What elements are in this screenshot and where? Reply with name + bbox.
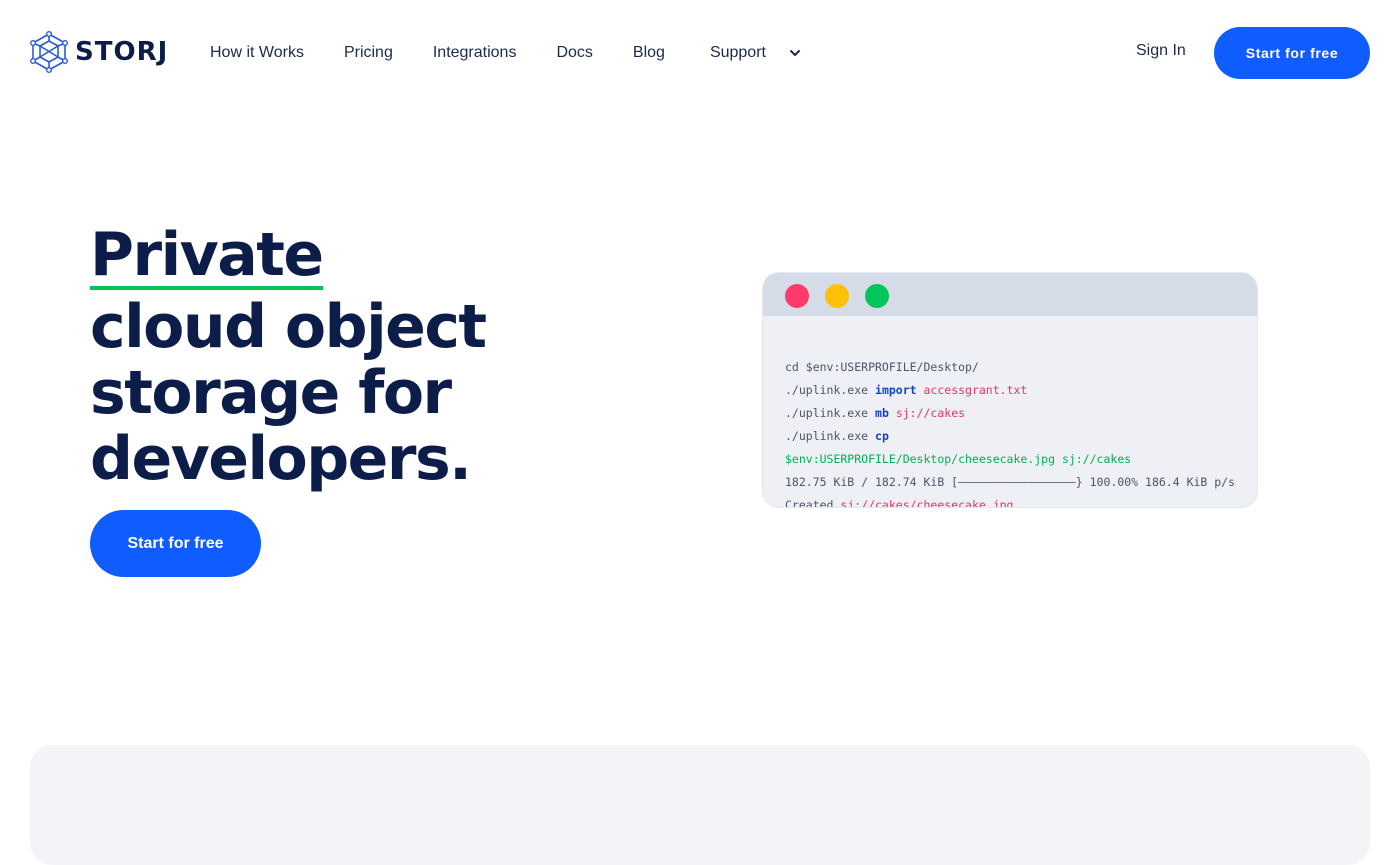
nav-pricing[interactable]: Pricing xyxy=(344,44,393,62)
terminal-keyword: cp xyxy=(875,429,889,443)
nav-support-label: Support xyxy=(709,44,766,61)
start-for-free-hero-button[interactable]: Start for free xyxy=(90,510,261,577)
terminal-keyword: import xyxy=(875,383,917,397)
terminal-argument: sj://cakes xyxy=(895,406,966,420)
terminal-minimize-dot xyxy=(825,284,849,308)
terminal-window: cd $env:USERPROFILE/Desktop/ ./uplink.ex… xyxy=(763,273,1257,507)
storj-logo[interactable]: STORJ xyxy=(30,31,168,73)
storj-cube-icon xyxy=(30,31,68,73)
terminal-command: ./uplink.exe xyxy=(785,383,876,397)
terminal-line: 182.75 KiB / 182.74 KiB [———————————————… xyxy=(785,471,1247,494)
main-nav: How it Works Pricing Integrations Docs B… xyxy=(210,42,802,64)
next-section-panel xyxy=(30,745,1370,865)
terminal-close-dot xyxy=(785,284,809,308)
terminal-command: cd $env:USERPROFILE/Desktop/ xyxy=(785,360,979,374)
brand-name: STORJ xyxy=(75,37,169,67)
hero-headline-line: cloud object xyxy=(90,292,487,362)
nav-how-it-works[interactable]: How it Works xyxy=(210,44,304,62)
terminal-argument: accessgrant.txt xyxy=(923,383,1028,397)
terminal-maximize-dot xyxy=(865,284,889,308)
terminal-title-bar xyxy=(763,273,1257,316)
terminal-output: cd $env:USERPROFILE/Desktop/ ./uplink.ex… xyxy=(785,356,1247,507)
site-header: STORJ How it Works Pricing Integrations … xyxy=(0,0,1400,105)
chevron-down-icon[interactable] xyxy=(788,46,802,60)
terminal-argument: sj://cakes/cheesecake.jpg xyxy=(840,498,1014,507)
hero-headline-highlight: Private xyxy=(90,220,324,290)
nav-support-dropdown[interactable]: Support xyxy=(710,44,802,62)
terminal-line: ./uplink.exe import accessgrant.txt xyxy=(785,379,1247,402)
start-for-free-header-button[interactable]: Start for free xyxy=(1214,27,1370,79)
nav-blog[interactable]: Blog xyxy=(633,44,665,62)
hero-headline: Private cloud object storage for develop… xyxy=(90,220,487,494)
hero-headline-line: developers. xyxy=(90,424,472,494)
terminal-line: Created sj://cakes/cheesecake.jpg xyxy=(785,494,1247,507)
terminal-command: ./uplink.exe xyxy=(785,406,876,420)
nav-docs[interactable]: Docs xyxy=(556,44,592,62)
terminal-line: cd $env:USERPROFILE/Desktop/ xyxy=(785,356,1247,379)
terminal-command: ./uplink.exe xyxy=(785,429,876,443)
hero-headline-line: storage for xyxy=(90,358,452,428)
nav-integrations[interactable]: Integrations xyxy=(433,44,517,62)
terminal-line: ./uplink.exe mb sj://cakes xyxy=(785,402,1247,425)
sign-in-link[interactable]: Sign In xyxy=(1136,42,1186,60)
terminal-command: Created xyxy=(785,498,841,507)
terminal-line: $env:USERPROFILE/Desktop/cheesecake.jpg … xyxy=(785,448,1247,471)
terminal-line: ./uplink.exe cp xyxy=(785,425,1247,448)
terminal-path: $env:USERPROFILE/Desktop/cheesecake.jpg … xyxy=(785,452,1132,466)
terminal-progress: 182.75 KiB / 182.74 KiB [———————————————… xyxy=(785,475,1236,489)
terminal-keyword: mb xyxy=(875,406,889,420)
